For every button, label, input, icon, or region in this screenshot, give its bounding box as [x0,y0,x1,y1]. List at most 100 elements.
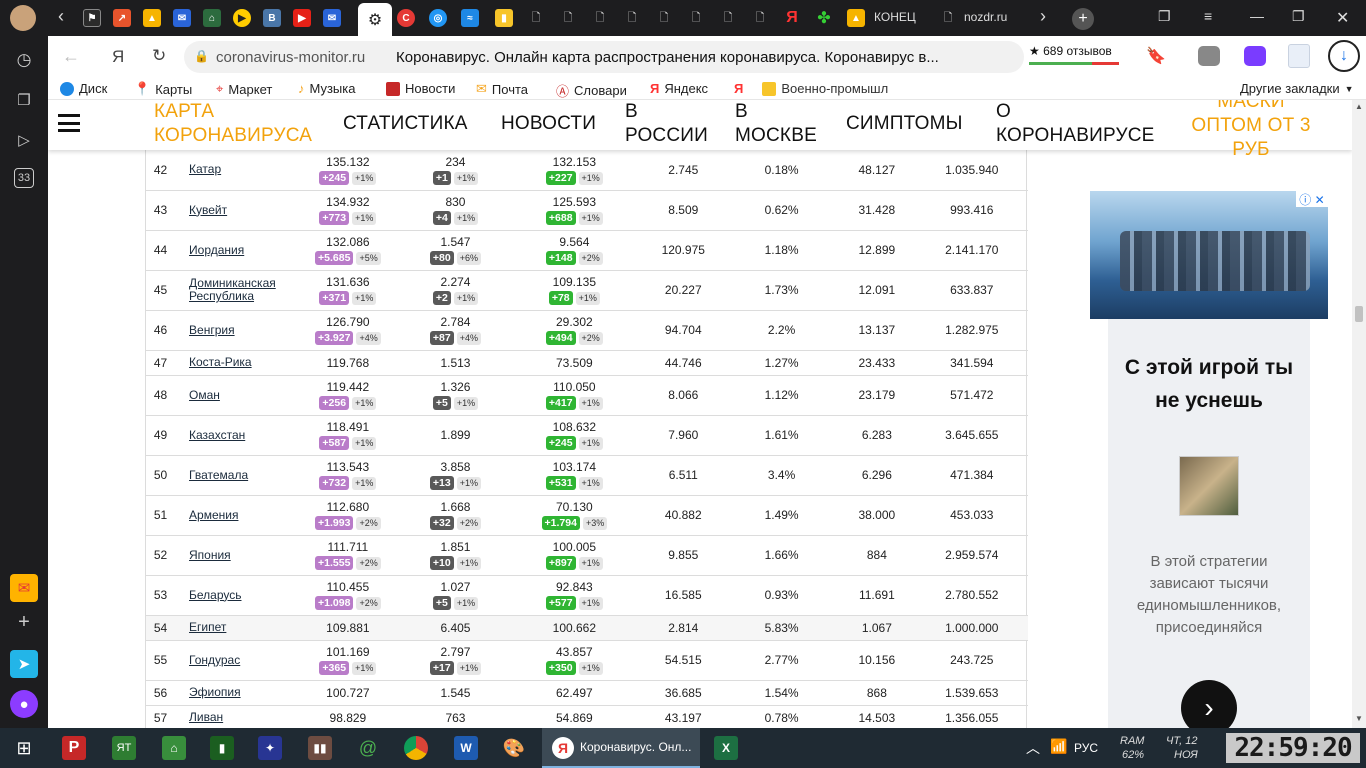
history-icon[interactable]: ◷ [12,48,36,72]
app-mail-at-icon[interactable]: @ [356,736,380,760]
tab-icon-drive[interactable]: ▲ [142,8,162,28]
tab-icon-flag[interactable]: ⚑ [82,8,102,28]
tab-icon-doc-6[interactable]: 🗋 [686,8,706,28]
play-icon[interactable]: ▷ [12,128,36,152]
country-link[interactable]: Кувейт [175,190,292,231]
ad-game-thumbnail[interactable] [1179,456,1239,516]
close-window-icon[interactable]: ✕ [1336,8,1349,28]
new-tab-icon[interactable]: + [1072,8,1094,30]
country-link[interactable]: Армения [175,495,292,536]
tab-icon-note[interactable]: ▮ [494,8,514,28]
clock[interactable]: 22:59:20 [1226,733,1360,763]
mail-app-icon[interactable]: ✉ [10,574,38,602]
wifi-icon[interactable]: 📶 [1050,738,1067,755]
tab-icon-yandex[interactable]: Я [782,8,802,28]
other-bookmarks[interactable]: Другие закладки ▼ [1240,81,1354,96]
language-indicator[interactable]: РУС [1074,741,1098,755]
tab-icon-building[interactable]: ⌂ [202,8,222,28]
tab-title-konets[interactable]: КОНЕЦ [874,10,916,24]
tab-icon-c[interactable]: С [396,8,416,28]
page-title-in-omnibox[interactable]: Коронавирус. Онлайн карта распространени… [396,49,939,66]
bookmark-maps[interactable]: 📍 Карты [134,81,192,97]
scroll-tabs-left-icon[interactable]: ‹ [58,6,64,27]
ad-title[interactable]: С этой игрой ты не уснешь [1122,351,1296,417]
page-scrollbar[interactable]: ▲ ▼ [1352,100,1366,728]
scroll-thumb[interactable] [1355,306,1363,322]
back-icon[interactable]: ← [62,46,80,67]
downloads-icon[interactable]: ↓ [1328,40,1360,72]
bookmark-yandex[interactable]: Я Яндекс [650,81,708,96]
nav-map[interactable]: КАРТА КОРОНАВИРУСА [154,100,318,148]
scroll-up-icon[interactable]: ▲ [1355,102,1363,111]
tab-icon-doc-7[interactable]: 🗋 [718,8,738,28]
collections-icon[interactable]: ❐ [12,88,36,112]
tab-icon-settings-active[interactable]: ⚙ [358,3,392,36]
date-month[interactable]: НОЯ [1174,749,1198,761]
nav-moscow[interactable]: В МОСКВЕ [735,100,825,148]
bookmark-dictionaries[interactable]: Ⓐ Словари [556,81,627,100]
app-yt-icon[interactable]: ЯТ [112,736,136,760]
extension-3-icon[interactable] [1288,44,1310,68]
app-space-icon[interactable]: ✦ [258,736,282,760]
minimize-icon[interactable]: — [1250,8,1264,24]
app-book-icon[interactable]: ⌂ [162,736,186,760]
app-word-icon[interactable]: W [454,736,478,760]
tab-icon-circle[interactable]: ◎ [428,8,448,28]
country-link[interactable]: Иордания [175,230,292,271]
hamburger-menu-icon[interactable] [58,114,80,132]
tray-chevron-up-icon[interactable]: ︿ [1026,738,1040,758]
app-doc-green-icon[interactable]: ▮ [210,736,234,760]
tab-icon-drive2[interactable]: ▲ [846,8,866,28]
country-link[interactable]: Гватемала [175,455,292,496]
bookmark-music[interactable]: ♪ Музыка [298,81,355,96]
tab-icon-mail2[interactable]: ✉ [322,8,342,28]
ad-info-icon[interactable]: ⓘ ✕ [1296,191,1328,207]
tab-icon-doc-3[interactable]: 🗋 [590,8,610,28]
app-p-icon[interactable]: Р [62,736,86,760]
nav-russia[interactable]: В РОССИИ [625,100,715,148]
ad-next-button[interactable]: › [1181,680,1237,728]
tab-icon-play[interactable]: ▶ [232,8,252,28]
bookmark-icon[interactable]: 🔖 [1146,46,1166,66]
restore-icon[interactable]: ❐ [1292,8,1305,25]
tab-icon-mail[interactable]: ✉ [172,8,192,28]
tab-icon-vk[interactable]: В [262,8,282,28]
country-link[interactable]: Венгрия [175,310,292,351]
nav-symptoms[interactable]: СИМПТОМЫ [846,112,963,136]
url-domain[interactable]: coronavirus-monitor.ru [216,49,365,66]
active-task-yandex[interactable]: Я Коронавирус. Онл... [542,728,700,768]
tab-icon-youtube[interactable]: ▶ [292,8,312,28]
country-link[interactable]: Эфиопия [175,680,292,706]
bookmark-market[interactable]: ⌖ Маркет [216,81,272,97]
bookmark-military[interactable]: Я Военно-промышл [734,81,888,96]
reviews-badge[interactable]: ★ 689 отзывов [1026,41,1124,67]
date-day[interactable]: ЧТ, 12 [1166,735,1198,747]
yandex-logo-icon[interactable]: Я [112,47,124,67]
alice-icon[interactable]: ● [10,690,38,718]
advertisement[interactable]: ⓘ ✕ С этой игрой ты не уснешь В этой стр… [1090,191,1328,728]
ad-card[interactable]: С этой игрой ты не уснешь В этой стратег… [1108,319,1310,728]
nav-masks[interactable]: МАСКИ ОПТОМ ОТ 3 РУБ [1186,100,1316,162]
bookmark-mail[interactable]: ✉ Почта [476,81,528,97]
tab-icon-clover[interactable]: ✤ [814,8,834,28]
country-link[interactable]: Казахстан [175,415,292,456]
messenger-icon[interactable]: ➤ [10,650,38,678]
profile-avatar[interactable] [10,5,36,31]
add-app-icon[interactable]: + [12,610,36,634]
bookmark-disk[interactable]: Диск [60,81,107,96]
country-link[interactable]: Коста-Рика [175,350,292,376]
tab-icon-doc-2[interactable]: 🗋 [558,8,578,28]
app-paint-icon[interactable]: 🎨 [502,736,526,760]
nav-statistics[interactable]: СТАТИСТИКА [343,112,468,136]
extension-1-icon[interactable] [1198,46,1220,66]
country-link[interactable]: Япония [175,535,292,576]
nav-news[interactable]: НОВОСТИ [501,112,596,136]
app-chrome-icon[interactable] [404,736,428,760]
country-link[interactable]: Катар [175,150,292,191]
scroll-down-icon[interactable]: ▼ [1355,714,1363,723]
tab-icon-doc-4[interactable]: 🗋 [622,8,642,28]
tab-icon-doc-5[interactable]: 🗋 [654,8,674,28]
ad-banner-image[interactable] [1090,191,1328,319]
country-link[interactable]: Оман [175,375,292,416]
bookmark-news[interactable]: Новости [386,81,455,96]
